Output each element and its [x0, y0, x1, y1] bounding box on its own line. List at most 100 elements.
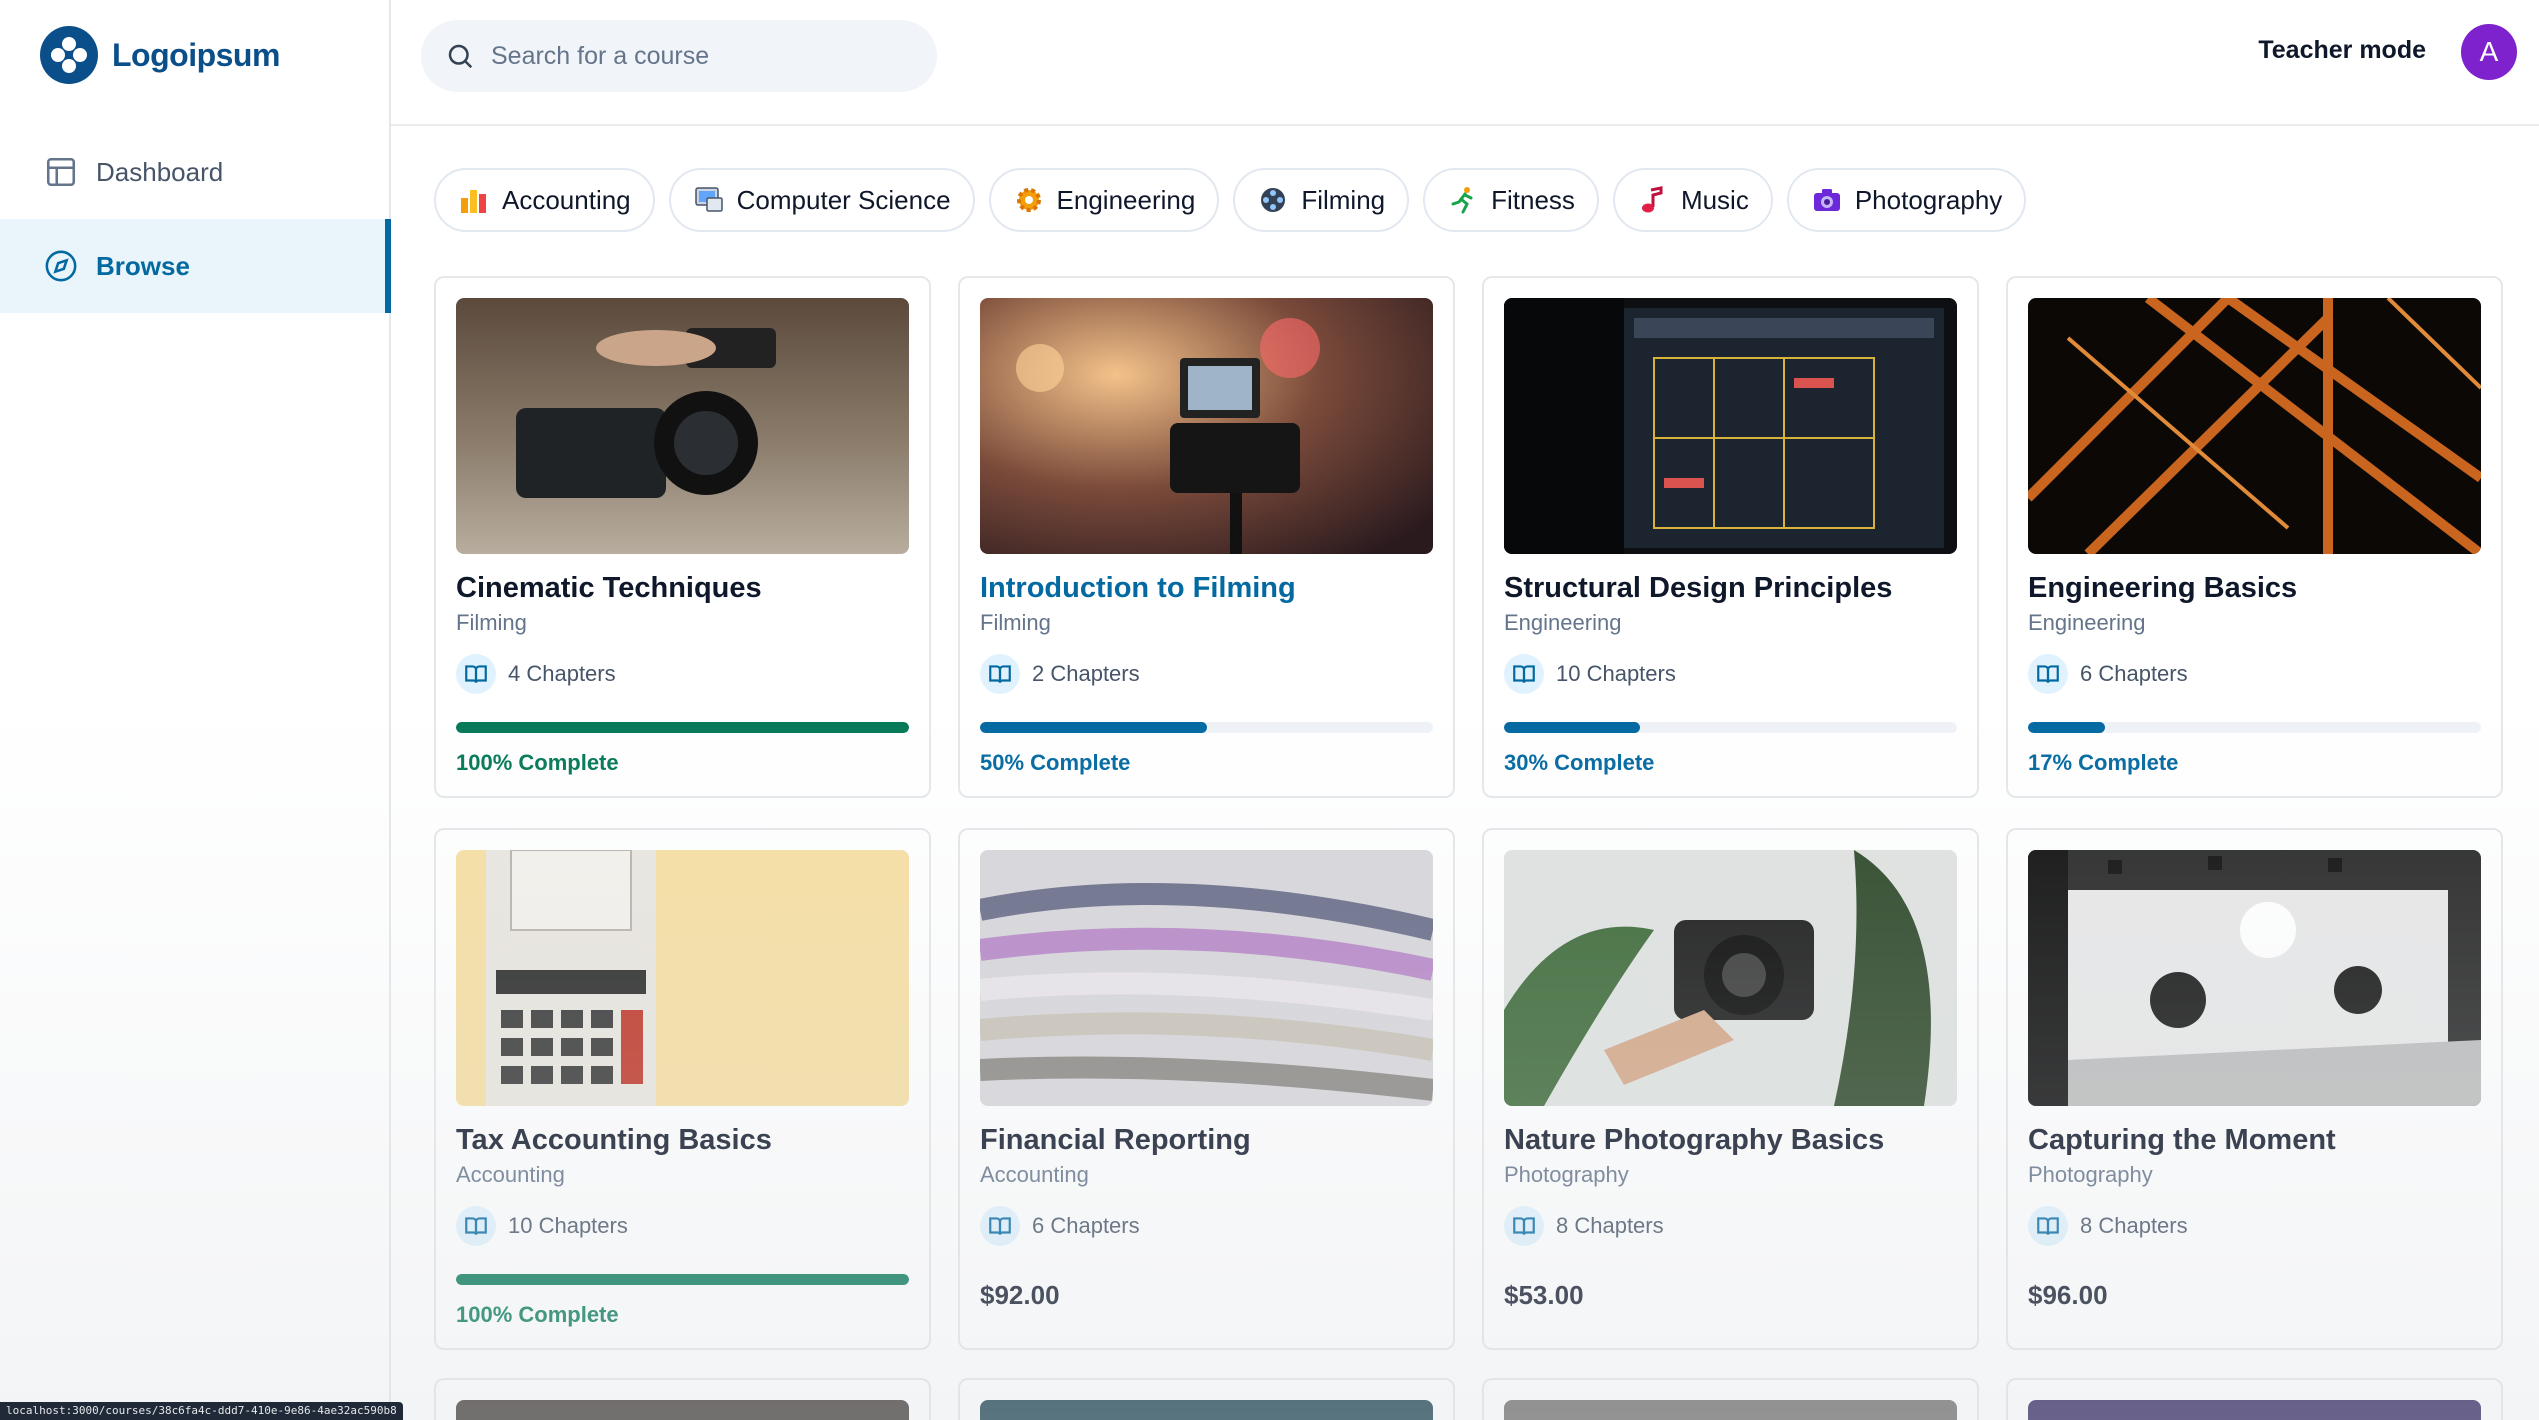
progress-label: 30% Complete: [1504, 750, 1655, 775]
course-card[interactable]: [958, 1378, 1455, 1420]
course-price: $96.00: [2028, 1280, 2108, 1310]
chapter-count: 6 Chapters: [2028, 654, 2188, 694]
chapter-count: 6 Chapters: [980, 1206, 1140, 1246]
course-category: Photography: [1504, 1162, 1629, 1187]
progress-bar: [980, 722, 1433, 733]
chapter-count: 10 Chapters: [1504, 654, 1676, 694]
film-reel-emoji-icon: [1261, 188, 1286, 212]
category-accounting[interactable]: Accounting: [434, 168, 655, 232]
sidebar-item-label: Dashboard: [96, 156, 224, 187]
progress-bar: [456, 1274, 909, 1285]
course-price: $92.00: [980, 1280, 1060, 1310]
course-thumbnail[interactable]: [1504, 850, 1957, 1106]
course-title[interactable]: Introduction to Filming: [980, 572, 1296, 605]
course-thumbnail[interactable]: [980, 1400, 1433, 1420]
chapter-count-label: 4 Chapters: [508, 661, 616, 686]
course-title[interactable]: Financial Reporting: [980, 1124, 1251, 1157]
course-thumbnail[interactable]: [1504, 1400, 1957, 1420]
category-photography[interactable]: Photography: [1786, 168, 2027, 232]
course-title[interactable]: Cinematic Techniques: [456, 572, 762, 605]
course-thumbnail[interactable]: [980, 850, 1433, 1106]
gear-emoji-icon: [1016, 188, 1041, 212]
sidebar-item-dashboard[interactable]: Dashboard: [0, 125, 391, 219]
layout-icon: [46, 157, 76, 187]
search-bar[interactable]: [421, 20, 937, 92]
chapter-count-label: 2 Chapters: [1032, 661, 1140, 686]
search-input[interactable]: [491, 41, 911, 71]
course-thumbnail[interactable]: [2028, 850, 2481, 1106]
category-fitness[interactable]: Fitness: [1423, 168, 1599, 232]
course-thumbnail[interactable]: [2028, 298, 2481, 554]
course-thumbnail[interactable]: [456, 1400, 909, 1420]
course-grid: Cinematic Techniques Filming 4 Chapters …: [434, 276, 2503, 1350]
camera-emoji-icon: [1813, 189, 1840, 211]
category-label: Music: [1680, 184, 1749, 215]
logo-text: Logoipsum: [112, 36, 280, 73]
course-thumbnail[interactable]: [1504, 298, 1957, 554]
course-title[interactable]: Nature Photography Basics: [1504, 1124, 1884, 1157]
bar-chart-emoji-icon: [461, 190, 486, 213]
category-engineering[interactable]: Engineering: [988, 168, 1220, 232]
logo[interactable]: Logoipsum: [40, 26, 280, 84]
progress-label: 100% Complete: [456, 1302, 619, 1327]
book-open-icon: [1504, 654, 1544, 694]
course-card[interactable]: Nature Photography Basics Photography 8 …: [1482, 828, 1979, 1350]
chapter-count: 4 Chapters: [456, 654, 616, 694]
course-title[interactable]: Structural Design Principles: [1504, 572, 1892, 605]
category-label: Engineering: [1056, 184, 1196, 215]
sidebar-item-browse[interactable]: Browse: [0, 219, 391, 313]
chapter-count: 8 Chapters: [1504, 1206, 1664, 1246]
course-card[interactable]: Introduction to Filming Filming 2 Chapte…: [958, 276, 1455, 798]
course-title[interactable]: Engineering Basics: [2028, 572, 2297, 605]
runner-emoji-icon: [1451, 187, 1473, 214]
course-thumbnail[interactable]: [980, 298, 1433, 554]
progress-bar: [1504, 722, 1957, 733]
search-icon: [448, 44, 473, 69]
chapter-count-label: 10 Chapters: [1556, 661, 1676, 686]
chapter-count-label: 6 Chapters: [1032, 1213, 1140, 1238]
chapter-count-label: 6 Chapters: [2080, 661, 2188, 686]
computer-emoji-icon: [694, 187, 723, 212]
course-category: Engineering: [1504, 610, 1622, 635]
course-thumbnail[interactable]: [2028, 1400, 2481, 1420]
course-card[interactable]: Structural Design Principles Engineering…: [1482, 276, 1979, 798]
book-open-icon: [2028, 1206, 2068, 1246]
course-category: Filming: [456, 610, 527, 635]
progress-fill: [456, 1274, 909, 1285]
course-card[interactable]: Financial Reporting Accounting 6 Chapter…: [958, 828, 1455, 1350]
course-category: Accounting: [980, 1162, 1089, 1187]
next-row-cards: [434, 1378, 2503, 1420]
course-card[interactable]: Engineering Basics Engineering 6 Chapter…: [2006, 276, 2503, 798]
course-card[interactable]: [2006, 1378, 2503, 1420]
book-open-icon: [456, 654, 496, 694]
course-card[interactable]: [1482, 1378, 1979, 1420]
course-card[interactable]: Tax Accounting Basics Accounting 10 Chap…: [434, 828, 931, 1350]
course-thumbnail[interactable]: [456, 298, 909, 554]
teacher-mode-button[interactable]: Teacher mode: [2258, 36, 2426, 65]
chapter-count-label: 8 Chapters: [1556, 1213, 1664, 1238]
avatar[interactable]: A: [2461, 24, 2517, 80]
progress-label: 17% Complete: [2028, 750, 2179, 775]
progress-fill: [1504, 722, 1640, 733]
course-title[interactable]: Tax Accounting Basics: [456, 1124, 772, 1157]
progress-fill: [456, 722, 909, 733]
category-music[interactable]: Music: [1612, 168, 1773, 232]
category-computer-science[interactable]: Computer Science: [668, 168, 975, 232]
course-thumbnail[interactable]: [456, 850, 909, 1106]
category-label: Photography: [1854, 184, 2003, 215]
book-open-icon: [980, 654, 1020, 694]
book-open-icon: [456, 1206, 496, 1246]
course-title[interactable]: Capturing the Moment: [2028, 1124, 2336, 1157]
progress-bar: [456, 722, 909, 733]
course-card[interactable]: Capturing the Moment Photography 8 Chapt…: [2006, 828, 2503, 1350]
chapter-count: 8 Chapters: [2028, 1206, 2188, 1246]
course-card[interactable]: [434, 1378, 931, 1420]
category-filming[interactable]: Filming: [1233, 168, 1410, 232]
book-open-icon: [2028, 654, 2068, 694]
chapter-count: 10 Chapters: [456, 1206, 628, 1246]
progress-fill: [2028, 722, 2105, 733]
book-open-icon: [980, 1206, 1020, 1246]
course-card[interactable]: Cinematic Techniques Filming 4 Chapters …: [434, 276, 931, 798]
status-bar-url: localhost:3000/courses/38c6fa4c-ddd7-410…: [0, 1402, 403, 1420]
course-category: Accounting: [456, 1162, 565, 1187]
